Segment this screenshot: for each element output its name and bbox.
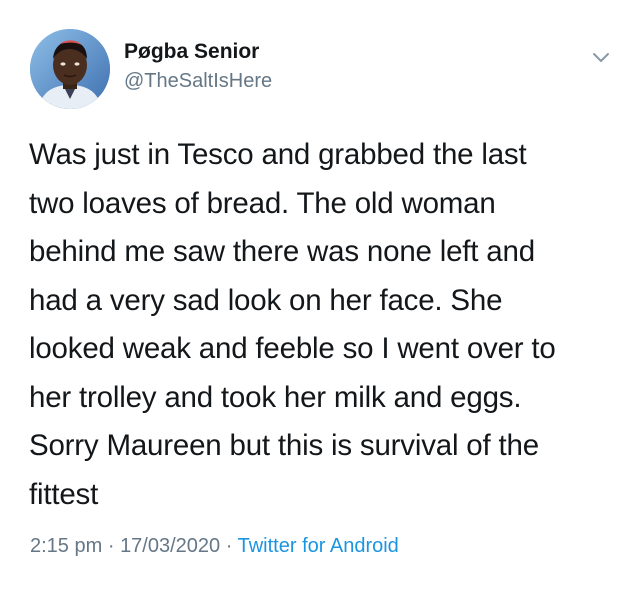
tweet-time[interactable]: 2:15 pm bbox=[30, 535, 102, 557]
meta-separator: · bbox=[107, 535, 115, 557]
tweet-text: Was just in Tesco and grabbed the last t… bbox=[29, 138, 556, 511]
meta-separator: · bbox=[225, 535, 233, 557]
avatar[interactable] bbox=[30, 29, 110, 109]
avatar-image bbox=[30, 29, 110, 109]
user-handle[interactable]: @TheSaltIsHere bbox=[124, 70, 272, 93]
tweet-source-link[interactable]: Twitter for Android bbox=[238, 535, 399, 557]
tweet-date[interactable]: 17/03/2020 bbox=[120, 535, 220, 557]
chevron-down-icon[interactable] bbox=[590, 46, 612, 68]
display-name[interactable]: Pøgba Senior bbox=[124, 40, 259, 64]
tweet-metadata: 2:15 pm · 17/03/2020 · Twitter for Andro… bbox=[30, 535, 399, 558]
tweet-card: Pøgba Senior @TheSaltIsHere Was just in … bbox=[0, 0, 639, 600]
